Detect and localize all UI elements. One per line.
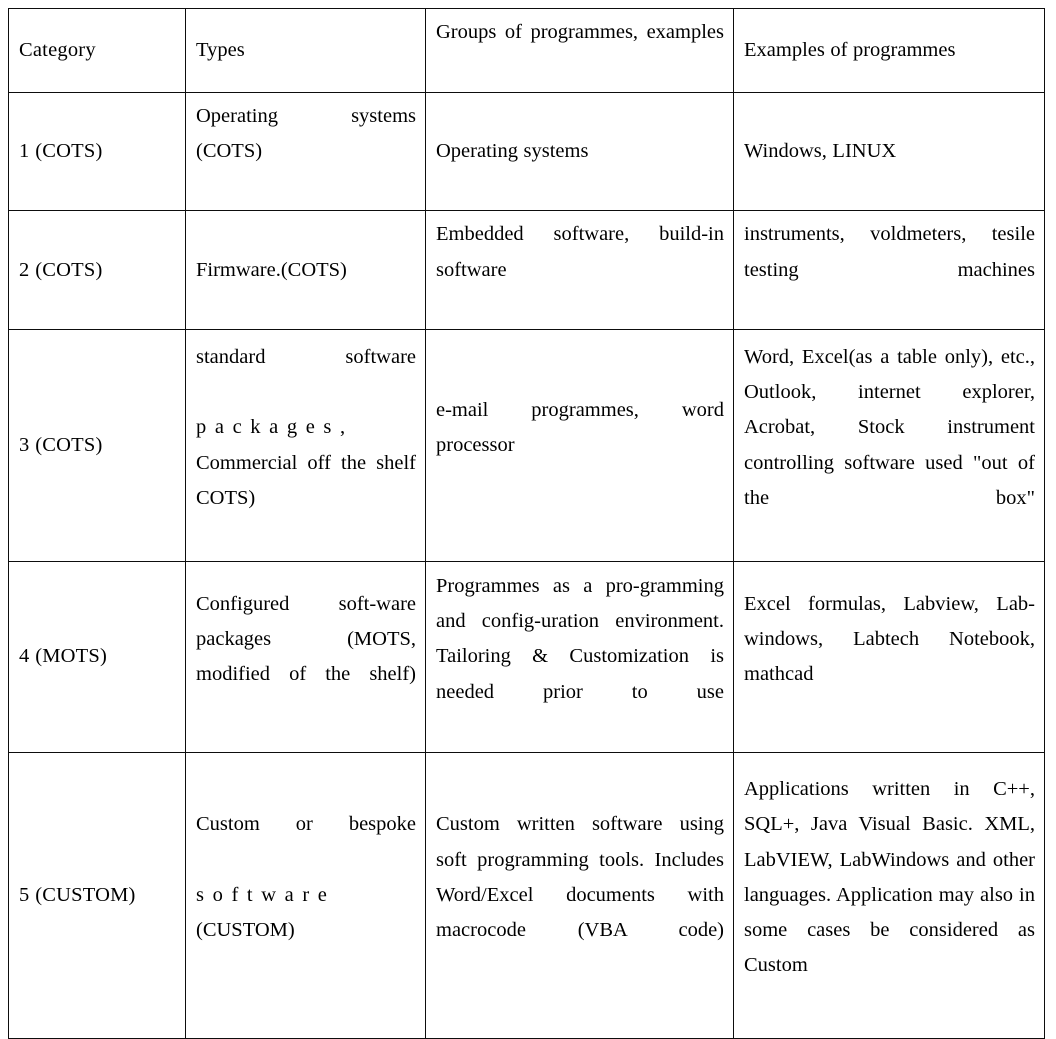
- cell-types-2: Firmware.(COTS): [185, 210, 426, 330]
- cell-types-4: Configured soft-ware packages (MOTS, mod…: [185, 561, 426, 753]
- cell-examples-3: Word, Excel(as a table only), etc., Outl…: [733, 329, 1045, 562]
- cell-types-1: Operating systems (COTS): [185, 91, 426, 212]
- table-row: 2 (COTS) Firmware.(COTS) Embedded softwa…: [8, 210, 1045, 330]
- cell-types-3: standard software packages, Commercial o…: [185, 329, 426, 562]
- cell-types-5-line-3: (CUSTOM): [196, 919, 295, 942]
- cell-groups-3: e-mail programmes, word processor: [425, 329, 734, 562]
- cell-category-1: 1 (COTS): [8, 91, 186, 212]
- cell-category-4: 4 (MOTS): [8, 561, 186, 753]
- cell-category-3: 3 (COTS): [8, 329, 186, 562]
- table-header-row: Category Types Groups of programmes, exa…: [8, 8, 1045, 93]
- column-header-category: Category: [8, 8, 186, 93]
- cell-types-3-line-2: packages,: [196, 416, 354, 439]
- cell-examples-2: instruments, voldmeters, tesile testing …: [733, 210, 1045, 330]
- table-row: 4 (MOTS) Configured soft-ware packages (…: [8, 561, 1045, 753]
- cell-examples-1: Windows, LINUX: [733, 91, 1045, 212]
- table-row: 3 (COTS) standard software packages, Com…: [8, 329, 1045, 562]
- cell-types-5-line-1: Custom or bespoke: [196, 813, 416, 836]
- cell-types-5-line-2: software: [196, 883, 336, 906]
- cell-types-3-line-1: standard software: [196, 345, 416, 368]
- cell-types-5: Custom or bespoke software (CUSTOM): [185, 752, 426, 1039]
- column-header-examples: Examples of programmes: [733, 8, 1045, 93]
- cell-examples-4: Excel formulas, Labview, Lab-windows, La…: [733, 561, 1045, 753]
- cell-category-5: 5 (CUSTOM): [8, 752, 186, 1039]
- cell-groups-4: Programmes as a pro-gramming and config-…: [425, 561, 734, 753]
- cell-groups-1: Operating systems: [425, 91, 734, 212]
- column-header-types: Types: [185, 8, 426, 93]
- table-row: 1 (COTS) Operating systems (COTS) Operat…: [8, 91, 1045, 212]
- table-row: 5 (CUSTOM) Custom or bespoke software (C…: [8, 752, 1045, 1039]
- software-category-table: Category Types Groups of programmes, exa…: [8, 8, 1045, 1039]
- cell-examples-5: Applications written in C++, SQL+, Java …: [733, 752, 1045, 1039]
- cell-groups-2: Embedded software, build-in software: [425, 210, 734, 330]
- page-canvas: Category Types Groups of programmes, exa…: [0, 0, 1056, 1039]
- cell-category-2: 2 (COTS): [8, 210, 186, 330]
- cell-types-3-line-3: Commercial off the shelf COTS): [196, 451, 416, 509]
- column-header-groups: Groups of programmes, examples: [425, 8, 734, 93]
- cell-groups-5: Custom written software using soft progr…: [425, 752, 734, 1039]
